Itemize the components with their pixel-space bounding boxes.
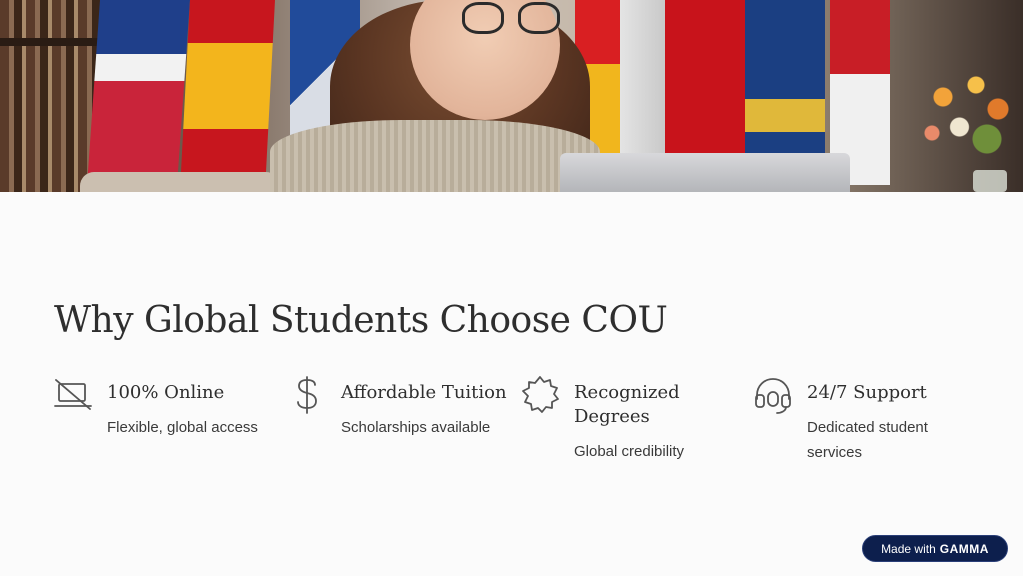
sofa: [80, 172, 280, 192]
vase: [973, 170, 1007, 192]
laptop: [560, 153, 850, 192]
dollar-sign-icon: [287, 375, 327, 415]
flag: [620, 0, 665, 165]
laptop-off-icon: [53, 375, 93, 415]
badge-icon: [520, 375, 560, 415]
feature-title: Recognized Degrees: [574, 382, 680, 427]
badge-prefix: Made with: [881, 541, 936, 556]
flag: [180, 0, 275, 172]
gamma-logo-text: GAMMA: [939, 541, 989, 556]
feature-description: Dedicated student services: [807, 419, 928, 461]
flag: [745, 0, 825, 165]
student-sweater: [270, 120, 600, 192]
flag: [87, 0, 190, 180]
feature-title: 24/7 Support: [807, 382, 927, 403]
feature-description: Global credibility: [574, 443, 685, 460]
page-title: Why Global Students Choose COU: [54, 300, 668, 341]
headset-icon: [753, 375, 793, 415]
flag: [665, 0, 745, 160]
flower-bouquet: [910, 55, 1020, 175]
made-with-gamma-badge[interactable]: Made with GAMMA: [862, 535, 1008, 562]
hero-photo: [0, 0, 1023, 192]
feature-title: 100% Online: [107, 382, 225, 403]
glasses: [462, 2, 562, 36]
feature-description: Flexible, global access: [107, 419, 258, 436]
shelf-board: [0, 38, 110, 46]
feature-title: Affordable Tuition: [341, 382, 507, 403]
feature-description: Scholarships available: [341, 419, 491, 436]
